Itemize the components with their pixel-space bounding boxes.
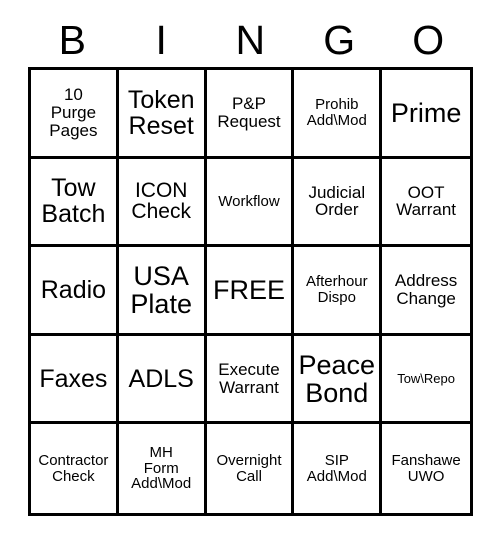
bingo-cell-label: Execute Warrant bbox=[218, 359, 280, 397]
bingo-cell-b3[interactable]: Radio bbox=[31, 247, 119, 336]
bingo-cell-label: Tow\Repo bbox=[397, 370, 455, 386]
bingo-cell-b4[interactable]: Faxes bbox=[31, 335, 119, 425]
bingo-grid: 10 Purge Pages Token Reset P&P Request P… bbox=[28, 67, 473, 516]
header-letter-g: G bbox=[323, 17, 356, 63]
bingo-cell-label: OOT Warrant bbox=[396, 182, 456, 220]
bingo-cell-i5[interactable]: MH Form Add\Mod bbox=[118, 424, 207, 513]
bingo-cell-o5[interactable]: Fanshawe UWO bbox=[382, 424, 470, 513]
bingo-cell-label: Overnight Call bbox=[216, 452, 282, 485]
bingo-cell-n5[interactable]: Overnight Call bbox=[206, 424, 295, 513]
bingo-cell-label: Fanshawe UWO bbox=[391, 452, 461, 485]
bingo-cell-o1[interactable]: Prime bbox=[382, 70, 470, 159]
bingo-cell-label: Judicial Order bbox=[308, 182, 366, 220]
bingo-cell-label: ADLS bbox=[128, 364, 194, 393]
bingo-cell-b2[interactable]: Tow Batch bbox=[31, 158, 119, 248]
header-letter-i: I bbox=[155, 17, 168, 63]
bingo-cell-g3[interactable]: Afterhour Dispo bbox=[294, 247, 383, 336]
bingo-cell-i1[interactable]: Token Reset bbox=[118, 70, 207, 159]
bingo-cell-i2[interactable]: ICON Check bbox=[118, 158, 207, 248]
bingo-cell-label: 10 Purge Pages bbox=[49, 85, 98, 140]
bingo-cell-n1[interactable]: P&P Request bbox=[206, 70, 295, 159]
bingo-cell-b5[interactable]: Contractor Check bbox=[31, 424, 119, 513]
bingo-cell-label: Address Change bbox=[394, 271, 458, 308]
bingo-cell-n2[interactable]: Workflow bbox=[206, 158, 295, 248]
bingo-cell-label: Workflow bbox=[218, 192, 280, 210]
bingo-card: B I N G O 10 Purge Pages Token Reset P&P… bbox=[0, 0, 501, 544]
bingo-cell-label: Prohib Add\Mod bbox=[306, 96, 367, 129]
bingo-cell-label: Tow Batch bbox=[41, 174, 106, 229]
bingo-cell-label: Contractor Check bbox=[38, 452, 109, 485]
bingo-cell-label: Token Reset bbox=[127, 85, 195, 140]
bingo-cell-label: P&P Request bbox=[217, 94, 281, 131]
bingo-cell-label: Afterhour Dispo bbox=[305, 273, 368, 306]
bingo-cell-label: FREE bbox=[212, 274, 285, 305]
bingo-cell-label: USA Plate bbox=[130, 260, 192, 319]
bingo-cell-n4[interactable]: Execute Warrant bbox=[206, 335, 295, 425]
bingo-cell-g2[interactable]: Judicial Order bbox=[294, 158, 383, 248]
bingo-cell-label: Faxes bbox=[39, 364, 108, 393]
header-letter-n: N bbox=[235, 17, 266, 63]
bingo-cell-label: SIP Add\Mod bbox=[306, 452, 367, 485]
header-letter-o: O bbox=[412, 17, 445, 63]
bingo-cell-g1[interactable]: Prohib Add\Mod bbox=[294, 70, 383, 159]
bingo-cell-o3[interactable]: Address Change bbox=[382, 247, 470, 336]
bingo-cell-i4[interactable]: ADLS bbox=[118, 335, 207, 425]
bingo-cell-label: Radio bbox=[40, 275, 107, 304]
bingo-cell-label: Peace Bond bbox=[298, 349, 376, 408]
bingo-cell-b1[interactable]: 10 Purge Pages bbox=[31, 70, 119, 159]
bingo-cell-label: ICON Check bbox=[131, 178, 191, 224]
bingo-cell-i3[interactable]: USA Plate bbox=[118, 247, 207, 336]
bingo-cell-label: Prime bbox=[390, 97, 462, 128]
header-letter-b: B bbox=[58, 17, 87, 63]
bingo-cell-g4[interactable]: Peace Bond bbox=[294, 335, 383, 425]
bingo-cell-label: MH Form Add\Mod bbox=[131, 444, 192, 493]
bingo-cell-g5[interactable]: SIP Add\Mod bbox=[294, 424, 383, 513]
bingo-cell-free[interactable]: FREE bbox=[206, 247, 295, 336]
bingo-cell-o2[interactable]: OOT Warrant bbox=[382, 158, 470, 248]
bingo-cell-o4[interactable]: Tow\Repo bbox=[382, 335, 470, 425]
bingo-header-row: B I N G O bbox=[28, 14, 473, 67]
